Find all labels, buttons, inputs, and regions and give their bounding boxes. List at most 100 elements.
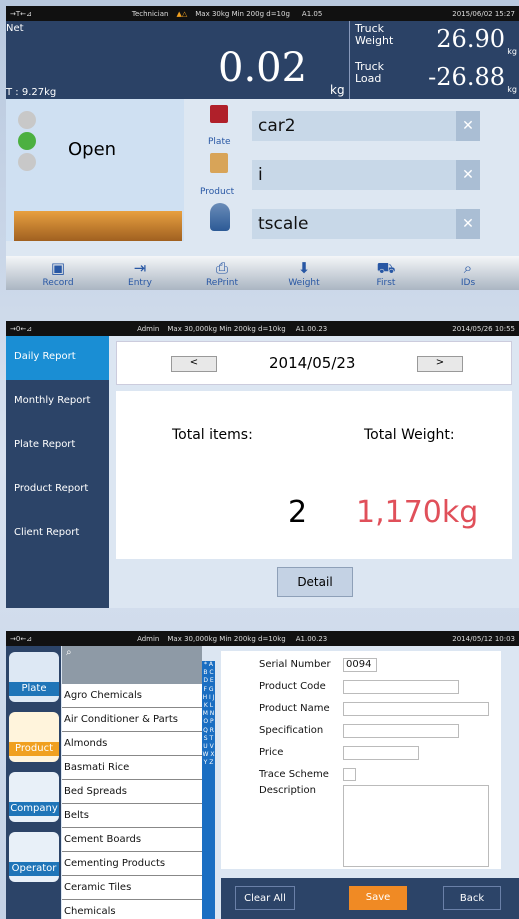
id-fields: Plate car2 ✕ Product i ✕ tscale ✕ [186, 99, 519, 241]
reprint-button[interactable]: ⎙ RePrint [192, 256, 252, 290]
back-button[interactable]: Back [443, 886, 501, 910]
printer-icon: ⎙ [215, 259, 228, 277]
first-button[interactable]: ⛟ First [356, 256, 416, 290]
total-weight-value: 1,170kg [356, 495, 479, 530]
yellow-lamp [18, 153, 36, 171]
weighing-screen: →T←⊿ Technician ▲△ Max 30kg Min 200g d=1… [6, 6, 519, 290]
net-label: Net [6, 23, 24, 34]
status-bar: →0←⊿ Admin Max 30,000kg Min 200kg d=10kg… [6, 321, 519, 336]
product-category-button[interactable]: Product [9, 712, 59, 762]
menu-client-report[interactable]: Client Report [6, 512, 109, 556]
datetime: 2015/06/02 15:27 [452, 9, 515, 18]
product-field[interactable]: i ✕ [252, 160, 480, 190]
product-value: i [258, 165, 263, 185]
save-button[interactable]: Save [349, 886, 407, 910]
total-items-label: Total items: [172, 427, 253, 443]
version: A1.00.23 [295, 324, 328, 333]
search-icon[interactable]: ⌕ [66, 647, 72, 658]
version: A1.00.23 [295, 634, 328, 643]
truck-load-value: -26.88 [428, 63, 505, 91]
zero-indicator: →0←⊿ [10, 634, 33, 643]
weight-display: Net T : 9.27kg 0.02 kg Truck Weight 26.9… [6, 21, 519, 99]
menu-plate-report[interactable]: Plate Report [6, 424, 109, 468]
trace-scheme-label: Trace Scheme [259, 769, 329, 780]
list-item[interactable]: Almonds [62, 732, 202, 756]
red-lamp [18, 111, 36, 129]
warning-icon: ▲△ [176, 9, 188, 18]
menu-monthly-report[interactable]: Monthly Report [6, 380, 109, 424]
alphabet-index[interactable]: * A B C D E F G H I J K L M N O P Q R S … [202, 661, 215, 919]
user-role: Admin [137, 634, 160, 643]
first-label: First [376, 278, 396, 288]
description-label: Description [259, 785, 316, 796]
product-database-screen: →0←⊿ Admin Max 30,000kg Min 200kg d=10kg… [6, 631, 519, 919]
menu-product-report[interactable]: Product Report [6, 468, 109, 512]
total-weight-label: Total Weight: [364, 427, 455, 443]
clear-all-button[interactable]: Clear All [235, 886, 295, 910]
prev-date-button[interactable]: < [171, 356, 217, 372]
clear-icon[interactable]: ✕ [456, 111, 480, 141]
truck-load-unit: kg [507, 85, 517, 94]
product-category-label: Product [9, 742, 59, 756]
specification-label: Specification [259, 725, 324, 736]
category-sidebar: Plate Product Company Operator [6, 646, 61, 919]
product-form: Serial Number 0094 Product Code Product … [221, 651, 501, 869]
scale-limits: Max 30kg Min 200g d=10g [195, 9, 290, 18]
report-date: 2014/05/23 [269, 354, 356, 372]
truck-weight-unit: kg [507, 47, 517, 56]
list-item[interactable]: Bed Spreads [62, 780, 202, 804]
report-summary: Total items: Total Weight: 2 1,170kg [116, 391, 512, 559]
operator-category-button[interactable]: Operator [9, 832, 59, 882]
total-items-value: 2 [288, 495, 308, 530]
trace-scheme-checkbox[interactable] [343, 768, 356, 781]
clear-icon[interactable]: ✕ [456, 209, 480, 239]
plate-value: car2 [258, 116, 296, 136]
scale-icon: ⬇ [297, 259, 311, 277]
weight-button[interactable]: ⬇ Weight [274, 256, 334, 290]
ids-button[interactable]: ⌕ IDs [438, 256, 498, 290]
price-field[interactable] [343, 746, 419, 760]
operator-value: tscale [258, 214, 309, 234]
zero-indicator: →T←⊿ [10, 9, 32, 18]
next-date-button[interactable]: > [417, 356, 463, 372]
detail-button[interactable]: Detail [277, 567, 353, 597]
list-item[interactable]: Cementing Products [62, 852, 202, 876]
datetime: 2014/05/26 10:55 [452, 324, 515, 333]
truck-weight-label: Truck Weight [355, 22, 394, 47]
scale-limits: Max 30,000kg Min 200kg d=10kg [167, 324, 286, 333]
plate-field[interactable]: car2 ✕ [252, 111, 480, 141]
list-item[interactable]: Cement Boards [62, 828, 202, 852]
ids-label: IDs [460, 278, 476, 288]
user-icon [210, 203, 230, 231]
operator-field[interactable]: tscale ✕ [252, 209, 480, 239]
serial-number-field[interactable]: 0094 [343, 658, 377, 672]
entry-button[interactable]: ⇥ Entry [110, 256, 170, 290]
list-item[interactable]: Belts [62, 804, 202, 828]
clear-icon[interactable]: ✕ [456, 160, 480, 190]
entry-label: Entry [128, 278, 152, 288]
product-name-label: Product Name [259, 703, 330, 714]
plate-category-button[interactable]: Plate [9, 652, 59, 702]
truck-icon: ⛟ [376, 259, 396, 277]
version: A1.05 [301, 9, 323, 18]
description-field[interactable] [343, 785, 489, 867]
specification-field[interactable] [343, 724, 459, 738]
record-button[interactable]: ▣ Record [28, 256, 88, 290]
product-name-field[interactable] [343, 702, 489, 716]
list-item[interactable]: Basmati Rice [62, 756, 202, 780]
company-category-button[interactable]: Company [9, 772, 59, 822]
list-item[interactable]: Ceramic Tiles [62, 876, 202, 900]
plate-label: Plate [208, 137, 231, 147]
search-bar[interactable]: ⌕ [62, 646, 202, 684]
user-role: Admin [137, 324, 160, 333]
plate-icon [210, 105, 228, 123]
list-item[interactable]: Agro Chemicals [62, 684, 202, 708]
list-item[interactable]: Air Conditioner & Parts [62, 708, 202, 732]
product-code-field[interactable] [343, 680, 459, 694]
status-bar: →0←⊿ Admin Max 30,000kg Min 200kg d=10kg… [6, 631, 519, 646]
user-role: Technician [131, 9, 169, 18]
green-lamp [18, 132, 36, 150]
list-item[interactable]: Chemicals [62, 900, 202, 919]
menu-daily-report[interactable]: Daily Report [6, 336, 109, 380]
price-label: Price [259, 747, 284, 758]
